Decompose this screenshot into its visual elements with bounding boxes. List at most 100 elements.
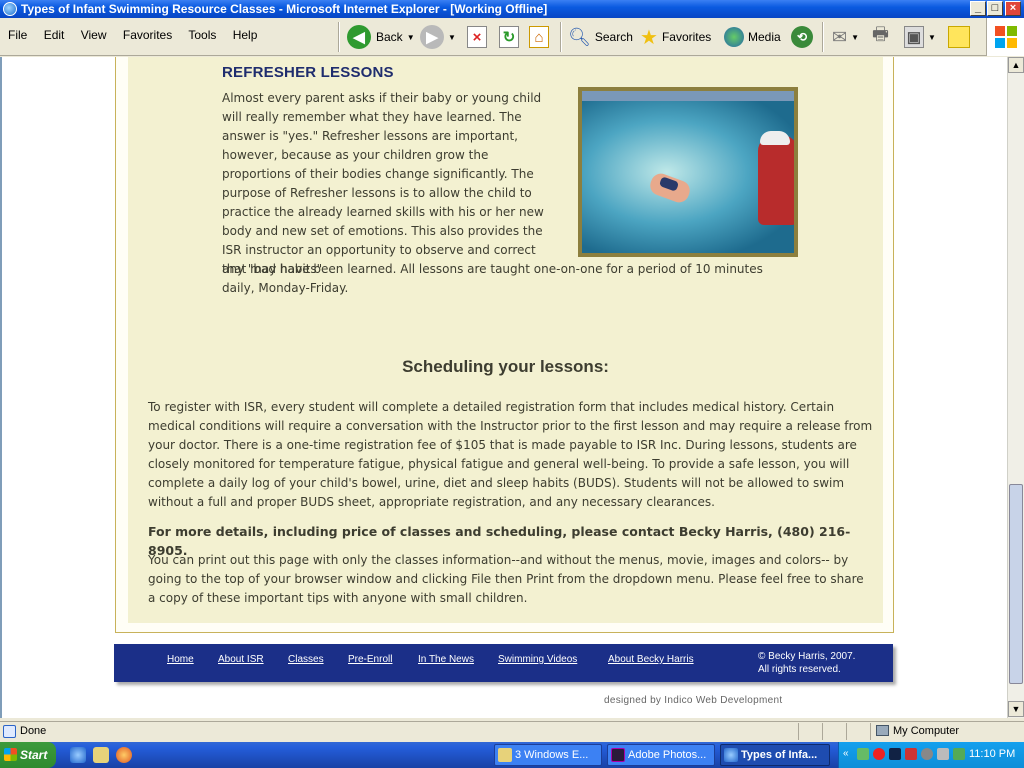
vertical-scrollbar[interactable]: ▲ ▼ — [1007, 57, 1024, 718]
notes-button[interactable] — [948, 24, 970, 50]
footer-link-home[interactable]: Home — [167, 654, 194, 665]
windows-flag-icon — [4, 748, 17, 761]
footer-link-pre-enroll[interactable]: Pre-Enroll — [348, 654, 392, 665]
close-button[interactable]: × — [1005, 1, 1021, 16]
system-tray: « 11:10 PM — [838, 742, 1024, 768]
start-label: Start — [20, 748, 48, 762]
chevron-down-icon[interactable]: ▼ — [928, 33, 936, 42]
security-zone: My Computer — [893, 725, 960, 737]
menu-tools[interactable]: Tools — [188, 28, 216, 42]
content-panel: REFRESHER LESSONS Almost every parent as… — [115, 57, 894, 633]
edit-page-icon: ▣ — [904, 26, 924, 48]
menu-file[interactable]: File — [8, 28, 27, 42]
history-button[interactable]: ⟲ — [791, 24, 813, 50]
window-title: Types of Infant Swimming Resource Classe… — [21, 2, 548, 16]
menu-help[interactable]: Help — [233, 28, 258, 42]
quicklaunch-folder-icon[interactable] — [93, 747, 109, 763]
task-photoshop[interactable]: Adobe Photos... — [607, 744, 715, 766]
toolbar-separator — [822, 22, 824, 52]
star-icon: ★ — [640, 26, 658, 49]
registration-text: To register with ISR, every student will… — [148, 400, 873, 509]
search-button[interactable]: 🔍︎ Search — [568, 24, 633, 50]
refresher-text: Almost every parent asks if their baby o… — [222, 91, 544, 276]
forward-arrow-icon: ▶ — [420, 25, 444, 49]
edit-button[interactable]: ▣ ▼ — [904, 24, 936, 50]
taskbar: Start 3 Windows E... Adobe Photos... Typ… — [0, 742, 1024, 768]
mail-button[interactable]: ✉ ▼ — [832, 24, 859, 50]
tray-network-icon[interactable] — [857, 748, 869, 760]
scheduling-heading: Scheduling your lessons: — [402, 357, 609, 376]
tray-x-icon[interactable] — [905, 748, 917, 760]
media-label: Media — [748, 30, 781, 44]
menu-edit[interactable]: Edit — [44, 28, 65, 42]
chevron-down-icon[interactable]: ▼ — [851, 33, 859, 42]
footer-link-classes[interactable]: Classes — [288, 654, 324, 665]
footer-link-about-isr[interactable]: About ISR — [218, 654, 264, 665]
designer-credit: designed by Indico Web Development — [604, 695, 783, 706]
task-label: 3 Windows E... — [515, 749, 589, 761]
refresh-button[interactable]: ↻ — [499, 24, 519, 50]
scroll-down-arrow-icon[interactable]: ▼ — [1008, 701, 1024, 717]
task-windows-explorer[interactable]: 3 Windows E... — [494, 744, 602, 766]
footer-link-in-the-news[interactable]: In The News — [418, 654, 474, 665]
print-instructions-text: You can print out this page with only th… — [148, 553, 864, 605]
quicklaunch-ie-icon[interactable] — [70, 747, 86, 763]
browser-toolbar: File Edit View Favorites Tools Help ◀ Ba… — [0, 18, 1024, 56]
tray-expand-icon[interactable]: « — [843, 748, 855, 760]
copyright-line1: © Becky Harris, 2007. — [758, 651, 856, 662]
scroll-up-arrow-icon[interactable]: ▲ — [1008, 57, 1024, 73]
task-label: Types of Infa... — [741, 749, 818, 761]
quicklaunch-firefox-icon[interactable] — [116, 747, 132, 763]
refresh-icon: ↻ — [499, 26, 519, 48]
search-icon: 🔍︎ — [568, 26, 591, 47]
toolbar-separator — [338, 22, 340, 52]
clock: 11:10 PM — [969, 748, 1016, 760]
tray-speaker-icon[interactable] — [937, 748, 949, 760]
mail-icon: ✉ — [832, 26, 848, 47]
copyright-line2: All rights reserved. — [758, 664, 841, 675]
tray-z-icon[interactable] — [889, 748, 901, 760]
forward-button[interactable]: ▶ ▼ — [420, 24, 456, 50]
history-icon: ⟲ — [791, 26, 813, 48]
media-globe-icon — [724, 27, 744, 47]
footer-link-swimming-videos[interactable]: Swimming Videos — [498, 654, 577, 665]
tray-security-icon[interactable] — [953, 748, 965, 760]
menu-view[interactable]: View — [81, 28, 107, 42]
swimming-photo — [578, 87, 798, 257]
maximize-button[interactable]: □ — [987, 1, 1003, 16]
back-button[interactable]: ◀ Back ▼ — [347, 24, 415, 50]
back-label: Back — [376, 30, 403, 44]
chevron-down-icon[interactable]: ▼ — [407, 33, 415, 42]
minimize-button[interactable]: _ — [970, 1, 986, 16]
footer-link-about-becky-harris[interactable]: About Becky Harris — [608, 654, 694, 665]
photoshop-icon — [611, 748, 625, 762]
toolbar-separator — [560, 22, 562, 52]
favorites-button[interactable]: ★ Favorites — [640, 24, 711, 50]
status-divider — [846, 723, 847, 740]
menu-bar: File Edit View Favorites Tools Help — [8, 28, 270, 42]
chevron-down-icon[interactable]: ▼ — [448, 33, 456, 42]
stop-button[interactable]: × — [467, 24, 487, 50]
status-bar: Done My Computer — [0, 721, 1024, 741]
content-panel-inner: REFRESHER LESSONS Almost every parent as… — [128, 57, 883, 623]
menu-favorites[interactable]: Favorites — [123, 28, 172, 42]
status-text: Done — [20, 725, 47, 737]
windows-logo-icon — [986, 18, 1024, 56]
home-icon: ⌂ — [529, 26, 549, 48]
tray-disc-icon[interactable] — [921, 748, 933, 760]
internet-explorer-icon — [724, 748, 738, 762]
start-button[interactable]: Start — [0, 742, 56, 768]
stop-icon: × — [467, 26, 487, 48]
folder-icon — [498, 748, 512, 762]
sticky-note-icon — [948, 26, 970, 48]
print-button[interactable]: 🖶︎ — [872, 24, 889, 50]
status-divider — [798, 723, 799, 740]
media-button[interactable]: Media — [724, 24, 781, 50]
task-internet-explorer[interactable]: Types of Infa... — [720, 744, 830, 766]
scrollbar-thumb[interactable] — [1009, 484, 1023, 684]
internet-explorer-icon — [3, 2, 17, 16]
page-viewport: REFRESHER LESSONS Almost every parent as… — [0, 57, 1007, 718]
home-button[interactable]: ⌂ — [529, 24, 549, 50]
back-arrow-icon: ◀ — [347, 25, 371, 49]
tray-alert-icon[interactable] — [873, 748, 885, 760]
